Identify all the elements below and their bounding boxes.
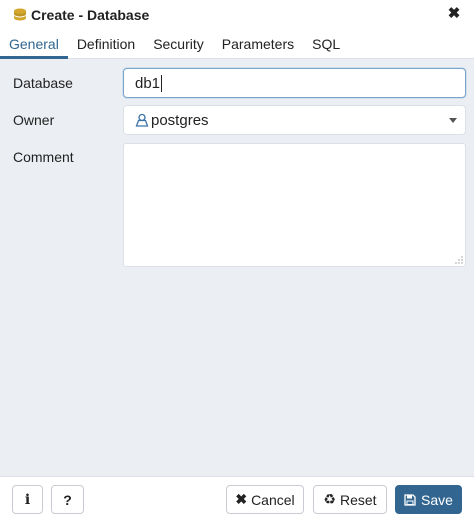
comment-textarea[interactable]: [123, 143, 466, 267]
tab-sql[interactable]: SQL: [303, 30, 349, 59]
resize-grip-icon[interactable]: [455, 256, 463, 264]
tab-general[interactable]: General: [0, 30, 68, 59]
cancel-button[interactable]: ✖ Cancel: [226, 485, 304, 514]
tab-definition[interactable]: Definition: [68, 30, 144, 59]
close-icon: ✖: [235, 491, 248, 507]
save-icon: [404, 493, 416, 506]
user-icon: [135, 113, 149, 127]
dialog-titlebar: Create - Database ✖: [0, 0, 474, 30]
save-button[interactable]: Save: [395, 485, 462, 514]
dialog-title: Create - Database: [31, 7, 150, 23]
tab-parameters[interactable]: Parameters: [213, 30, 303, 59]
form-panel: Database db1 Owner postgres Comment: [0, 59, 474, 476]
help-button[interactable]: ?: [51, 485, 84, 514]
dialog-footer: i ? ✖ Cancel ♻ Reset Save: [0, 476, 474, 524]
help-icon: ?: [63, 491, 72, 508]
info-button[interactable]: i: [12, 485, 43, 514]
recycle-icon: ♻: [323, 491, 336, 507]
close-icon[interactable]: ✖: [446, 6, 462, 22]
database-label: Database: [13, 75, 73, 91]
chevron-down-icon[interactable]: [449, 118, 457, 123]
save-label: Save: [421, 491, 453, 508]
comment-label: Comment: [13, 149, 74, 165]
cancel-label: Cancel: [251, 491, 295, 508]
reset-label: Reset: [339, 491, 377, 508]
database-icon: [14, 8, 26, 21]
info-icon: i: [24, 491, 31, 508]
owner-label: Owner: [13, 112, 55, 128]
database-input[interactable]: db1: [123, 68, 466, 98]
text-caret: [161, 74, 163, 92]
database-value: db1: [135, 74, 161, 92]
tab-bar: General Definition Security Parameters S…: [0, 30, 474, 59]
owner-select[interactable]: postgres: [123, 105, 466, 135]
tab-security[interactable]: Security: [144, 30, 213, 59]
reset-button[interactable]: ♻ Reset: [313, 485, 387, 514]
owner-value: postgres: [151, 111, 209, 129]
